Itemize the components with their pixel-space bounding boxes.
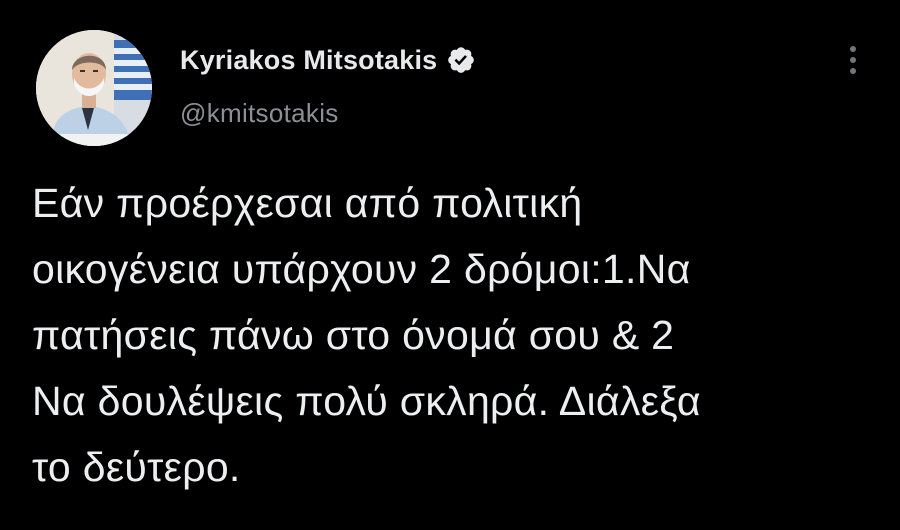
more-dot	[850, 68, 856, 74]
author-avatar[interactable]	[36, 30, 152, 146]
more-dot	[850, 46, 856, 52]
tweet-text-line: πατήσεις πάνω στο όνομά σου & 2	[32, 312, 675, 358]
more-dot	[850, 57, 856, 63]
more-options-icon[interactable]	[838, 40, 868, 80]
author-display-name[interactable]: Kyriakos Mitsotakis	[180, 45, 437, 76]
tweet-text-line: Να δουλέψεις πολύ σκληρά. Διάλεξα	[32, 378, 701, 424]
author-name-row: Kyriakos Mitsotakis	[180, 40, 476, 80]
tweet-text-line: το δεύτερο.	[32, 444, 241, 490]
tweet-header: Kyriakos Mitsotakis @kmitsotakis	[180, 40, 476, 129]
tweet-card: Kyriakos Mitsotakis @kmitsotakis Εάν προ…	[0, 0, 900, 530]
author-handle[interactable]: @kmitsotakis	[180, 98, 476, 129]
tweet-text-line: οικογένεια υπάρχουν 2 δρόμοι:1.Να	[32, 246, 691, 292]
tweet-text-line: Εάν προέρχεσαι από πολιτική	[32, 180, 583, 226]
verified-badge-icon	[446, 45, 476, 75]
tweet-text: Εάν προέρχεσαι από πολιτική οικογένεια υ…	[32, 170, 882, 500]
profile-photo	[36, 30, 152, 146]
